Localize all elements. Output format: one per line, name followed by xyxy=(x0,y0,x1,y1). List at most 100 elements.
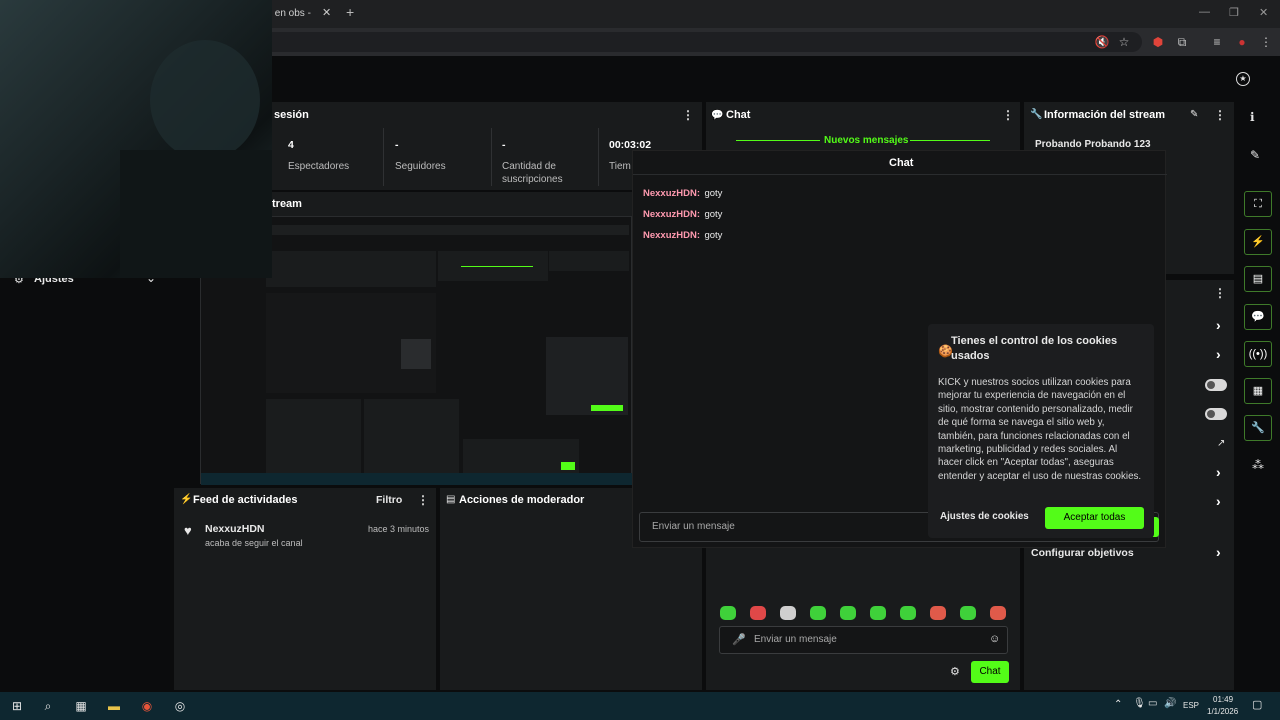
new-messages-line-right xyxy=(910,140,990,141)
microphone-tray-icon[interactable]: 🎙 xyxy=(1133,698,1146,709)
info-icon[interactable]: ℹ xyxy=(1250,110,1255,124)
emoji-icon[interactable]: ☺ xyxy=(989,633,1000,645)
extension-shield-icon[interactable]: ⬢ xyxy=(1150,34,1166,50)
community-icon[interactable]: ⁂ xyxy=(1252,458,1264,472)
toggle-switch[interactable] xyxy=(1205,379,1227,391)
activity-time: hace 3 minutos xyxy=(368,524,430,534)
mod-tools-button[interactable]: ▦ xyxy=(1244,378,1272,404)
external-link-icon[interactable]: ↗ xyxy=(1217,438,1225,449)
emote-8[interactable] xyxy=(930,606,946,620)
stat-subs-value: - xyxy=(502,139,506,151)
store-icon[interactable]: ▦ xyxy=(71,697,91,715)
chevron-right-icon[interactable]: › xyxy=(1216,544,1221,560)
divider xyxy=(383,128,384,186)
search-icon[interactable]: ⌕ xyxy=(38,697,58,715)
chevron-right-icon[interactable]: › xyxy=(1216,464,1221,480)
bookmark-star-icon[interactable]: ☆ xyxy=(1116,34,1132,50)
emote-7[interactable] xyxy=(900,606,916,620)
media-control-icon[interactable]: ≡ xyxy=(1209,34,1225,50)
configure-goals-label[interactable]: Configurar objetivos xyxy=(1031,547,1134,559)
stat-followers-label: Seguidores xyxy=(395,161,446,172)
cookie-settings-button[interactable]: Ajustes de cookies xyxy=(940,511,1029,522)
emote-4[interactable] xyxy=(810,606,826,620)
chat-text: goty xyxy=(704,188,723,199)
preview-feed xyxy=(266,399,361,474)
accept-cookies-button[interactable]: Aceptar todas xyxy=(1045,507,1144,529)
chat-popup-title: Chat xyxy=(889,157,914,169)
stream-info-menu-icon[interactable]: ⋮ xyxy=(1214,108,1226,122)
chat-settings-icon[interactable]: ⚙ xyxy=(950,665,960,678)
lightning-button[interactable]: ⚡ xyxy=(1244,229,1272,255)
notes-button[interactable]: ▤ xyxy=(1244,266,1272,292)
preview-session xyxy=(266,251,436,287)
edit-pencil-icon[interactable]: ✎ xyxy=(1190,109,1198,120)
chat-panel: 💬 Chat ⋮ Nuevos mensajes xyxy=(706,102,1020,150)
chrome-icon[interactable]: ◉ xyxy=(137,697,157,715)
cookie-banner: 🍪 Tienes el control de los cookies usado… xyxy=(928,324,1154,538)
volume-icon[interactable]: 🔊 xyxy=(1164,698,1176,709)
chat-text: goty xyxy=(704,230,723,241)
emote-2[interactable] xyxy=(750,606,766,620)
emote-9[interactable] xyxy=(960,606,976,620)
new-tab-button[interactable]: + xyxy=(346,4,354,20)
user-avatar[interactable]: ★ xyxy=(1236,72,1250,86)
chevron-up-icon[interactable]: ⌃ xyxy=(1114,699,1122,710)
chat-input[interactable]: 🎤 Enviar un mensaje ☺ xyxy=(719,626,1008,654)
microphone-icon[interactable]: 🎤 xyxy=(732,633,746,646)
chat-message: NexxuzHDN: goty xyxy=(643,225,722,243)
filter-button[interactable]: Filtro xyxy=(376,494,402,506)
windows-start-icon[interactable]: ⊞ xyxy=(7,697,27,715)
chat-send-button[interactable]: Chat xyxy=(971,661,1009,683)
toggle-switch[interactable] xyxy=(1205,408,1227,420)
close-window-button[interactable]: ✕ xyxy=(1259,6,1268,19)
language-indicator[interactable]: ESP xyxy=(1183,701,1199,710)
clock-date[interactable]: 1/1/2026 xyxy=(1207,707,1238,716)
chat-username[interactable]: NexxuzHDN: xyxy=(643,209,700,220)
wrench-button[interactable]: 🔧 xyxy=(1244,415,1272,441)
chat-bubble-icon: 💬 xyxy=(711,110,724,121)
stream-info-title: Información del stream xyxy=(1044,109,1166,121)
activity-user[interactable]: NexxuzHDN xyxy=(205,523,265,535)
network-icon[interactable]: ▭ xyxy=(1148,698,1157,709)
person-body xyxy=(120,150,272,278)
emote-1[interactable] xyxy=(720,606,736,620)
maximize-button[interactable]: ❐ xyxy=(1229,6,1239,19)
notifications-icon[interactable]: ▢ xyxy=(1252,698,1262,711)
chat-username[interactable]: NexxuzHDN: xyxy=(643,188,700,199)
mod-actions-title: Acciones de moderador xyxy=(459,494,585,506)
emote-6[interactable] xyxy=(870,606,886,620)
stat-time-label: Tiem xyxy=(609,161,631,172)
chat-menu-icon[interactable]: ⋮ xyxy=(1002,108,1014,122)
extensions-icon[interactable]: ⧉ xyxy=(1174,34,1190,50)
chevron-right-icon[interactable]: › xyxy=(1216,493,1221,509)
heart-icon: ♥ xyxy=(184,523,192,538)
chevron-right-icon[interactable]: › xyxy=(1216,346,1221,362)
pencil-icon[interactable]: ✎ xyxy=(1250,148,1260,162)
broadcast-button[interactable]: ((•)) xyxy=(1244,341,1272,367)
tab-close-icon[interactable]: ✕ xyxy=(322,6,331,19)
cookie-title: Tienes el control de los cookies usados xyxy=(951,335,1118,362)
profile-avatar[interactable]: ● xyxy=(1234,34,1250,50)
quick-actions-menu-icon[interactable]: ⋮ xyxy=(1214,286,1226,300)
browser-menu-icon[interactable]: ⋮ xyxy=(1258,34,1274,50)
session-title: sesión xyxy=(274,109,309,121)
stream-title: tream xyxy=(272,198,302,210)
emote-10[interactable] xyxy=(990,606,1006,620)
file-explorer-icon[interactable]: ▬ xyxy=(104,697,124,715)
chevron-right-icon[interactable]: › xyxy=(1216,317,1221,333)
activity-feed-menu-icon[interactable]: ⋮ xyxy=(417,493,429,507)
clock-time[interactable]: 01:49 xyxy=(1213,695,1233,704)
obs-icon[interactable]: ◎ xyxy=(170,697,190,715)
emote-3[interactable] xyxy=(780,606,796,620)
preview-accept xyxy=(591,405,623,411)
focus-mode-button[interactable]: ⛶ xyxy=(1244,191,1272,217)
mute-icon[interactable]: 🔇 xyxy=(1094,34,1110,50)
minimize-button[interactable]: — xyxy=(1199,6,1210,18)
cookie-body: KICK y nuestros socios utilizan cookies … xyxy=(938,377,1142,482)
address-bar[interactable] xyxy=(262,32,1142,52)
chat-username[interactable]: NexxuzHDN: xyxy=(643,230,700,241)
emote-5[interactable] xyxy=(840,606,856,620)
session-menu-icon[interactable]: ⋮ xyxy=(682,108,694,122)
chat-button[interactable]: 💬 xyxy=(1244,304,1272,330)
preview-info xyxy=(549,251,629,271)
